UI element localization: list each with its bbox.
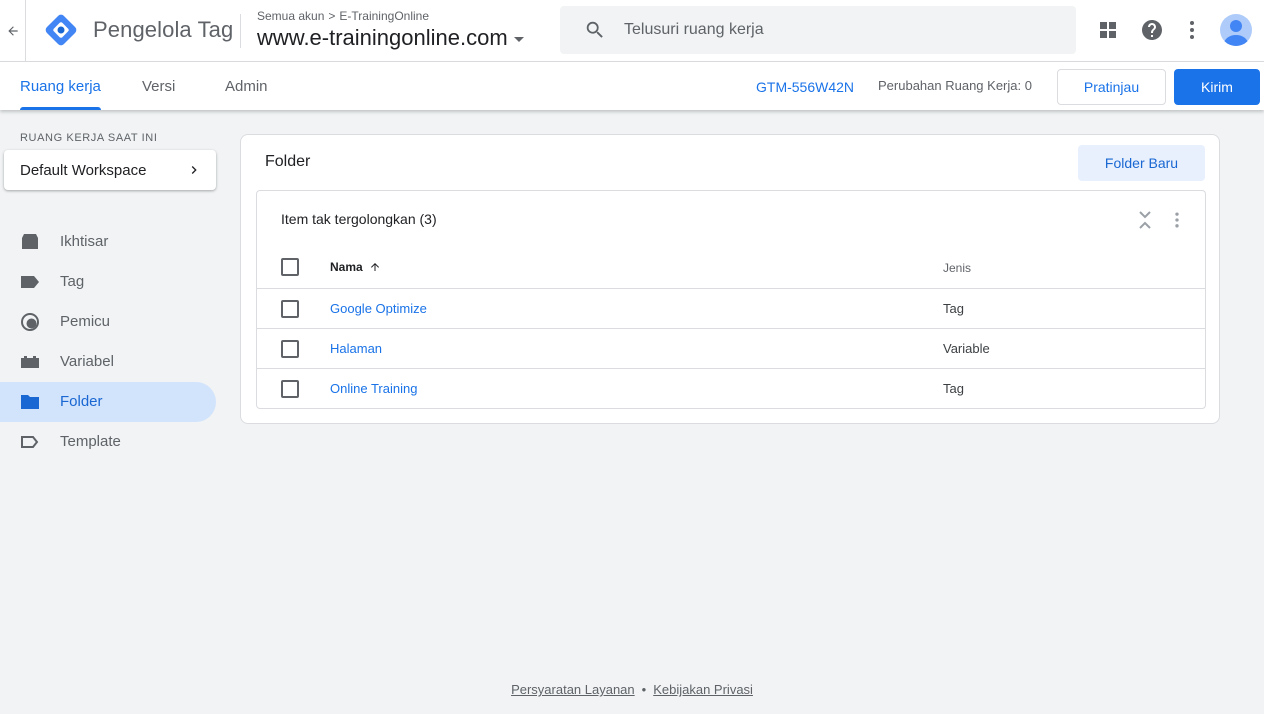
- footer: Persyaratan Layanan • Kebijakan Privasi: [0, 682, 1264, 697]
- container-selector[interactable]: www.e-trainingonline.com: [257, 25, 524, 51]
- folder-menu-button[interactable]: [1166, 209, 1188, 231]
- search-icon: [586, 21, 603, 38]
- breadcrumb-all-accounts[interactable]: Semua akun: [257, 9, 324, 23]
- tag-icon: [20, 272, 40, 292]
- sidebar-item-label: Tag: [60, 273, 85, 290]
- container-name: www.e-trainingonline.com: [257, 25, 508, 50]
- item-name-link[interactable]: Halaman: [330, 341, 382, 356]
- sidebar-item-templates[interactable]: Template: [0, 422, 216, 462]
- table-row: Google Optimize Tag: [257, 289, 1205, 329]
- sort-ascending-icon: [370, 263, 379, 271]
- tab-versions[interactable]: Versi: [142, 62, 175, 110]
- folders-card: Folder Folder Baru Item tak tergolongkan…: [240, 134, 1220, 424]
- sidebar-item-triggers[interactable]: Pemicu: [0, 302, 216, 342]
- folder-icon: [20, 392, 40, 412]
- app-header: Pengelola Tag Semua akun > E-TrainingOnl…: [0, 0, 1264, 62]
- help-icon: [1142, 20, 1162, 40]
- column-header-type[interactable]: Jenis: [943, 261, 971, 275]
- terms-link[interactable]: Persyaratan Layanan: [511, 682, 635, 697]
- overview-icon: [20, 232, 40, 252]
- item-name-link[interactable]: Online Training: [330, 381, 417, 396]
- tab-label: Admin: [225, 77, 268, 95]
- item-type: Tag: [943, 381, 964, 396]
- workspace-selector[interactable]: Default Workspace: [4, 150, 216, 190]
- item-type: Variable: [943, 341, 990, 356]
- new-folder-button[interactable]: Folder Baru: [1078, 145, 1205, 181]
- back-arrow-icon: [7, 26, 18, 36]
- chevron-down-icon: [513, 37, 524, 42]
- variable-icon: [20, 352, 40, 372]
- workspace-nav-bar: Ruang kerja Versi Admin GTM-556W42N Peru…: [0, 62, 1264, 110]
- table-row: Online Training Tag: [257, 369, 1205, 409]
- apps-grid-icon: [1100, 22, 1116, 38]
- table-header: Nama Jenis: [257, 247, 1205, 289]
- footer-separator: •: [641, 682, 647, 697]
- search-bar[interactable]: [560, 6, 1076, 54]
- back-button[interactable]: [0, 0, 26, 62]
- page-title: Folder: [265, 153, 311, 170]
- preview-button[interactable]: Pratinjau: [1057, 69, 1166, 105]
- gtm-logo-icon: [45, 14, 77, 46]
- header-divider: [240, 14, 241, 48]
- more-vert-icon: [1175, 212, 1179, 228]
- tab-admin[interactable]: Admin: [225, 62, 268, 110]
- more-options-button[interactable]: [1178, 16, 1206, 44]
- item-type: Tag: [943, 301, 964, 316]
- select-all-checkbox[interactable]: [281, 258, 299, 276]
- sidebar-item-label: Template: [60, 433, 121, 450]
- container-id-link[interactable]: GTM-556W42N: [756, 79, 854, 95]
- trigger-icon: [20, 312, 40, 332]
- sidebar-item-folders[interactable]: Folder: [0, 382, 216, 422]
- workspace-changes-count: Perubahan Ruang Kerja: 0: [878, 78, 1032, 93]
- tab-label: Ruang kerja: [20, 77, 101, 95]
- row-checkbox[interactable]: [281, 300, 299, 318]
- breadcrumb-account[interactable]: E-TrainingOnline: [339, 9, 429, 23]
- sidebar-item-tags[interactable]: Tag: [0, 262, 216, 302]
- collapse-icon: [1139, 211, 1151, 229]
- item-name-link[interactable]: Google Optimize: [330, 301, 427, 316]
- collapse-button[interactable]: [1134, 209, 1156, 231]
- account-avatar[interactable]: [1220, 14, 1252, 46]
- account-avatar-icon: [1224, 20, 1248, 46]
- active-tab-indicator: [20, 107, 101, 110]
- sidebar-item-label: Pemicu: [60, 313, 111, 330]
- table-row: Halaman Variable: [257, 329, 1205, 369]
- help-button[interactable]: [1138, 16, 1166, 44]
- more-vert-icon: [1190, 21, 1194, 39]
- search-input[interactable]: [624, 21, 1044, 39]
- sidebar-item-label: Variabel: [60, 353, 114, 370]
- chevron-right-icon: [191, 166, 197, 174]
- column-header-label: Nama: [330, 260, 363, 274]
- row-checkbox[interactable]: [281, 380, 299, 398]
- sidebar-item-variables[interactable]: Variabel: [0, 342, 216, 382]
- folder-section: Item tak tergolongkan (3) Nama Jenis Goo…: [256, 190, 1206, 409]
- tab-workspace[interactable]: Ruang kerja: [20, 62, 101, 110]
- breadcrumb-separator: >: [328, 9, 336, 23]
- workspace-name: Default Workspace: [20, 161, 147, 179]
- sidebar-item-label: Ikhtisar: [60, 233, 109, 250]
- row-checkbox[interactable]: [281, 340, 299, 358]
- folder-title: Item tak tergolongkan (3): [281, 211, 437, 227]
- breadcrumb: Semua akun > E-TrainingOnline: [257, 9, 429, 23]
- privacy-link[interactable]: Kebijakan Privasi: [653, 682, 753, 697]
- product-name: Pengelola Tag: [93, 17, 234, 42]
- sidebar-item-overview[interactable]: Ikhtisar: [0, 222, 216, 262]
- tab-label: Versi: [142, 77, 176, 95]
- current-workspace-label: RUANG KERJA SAAT INI: [20, 132, 158, 144]
- column-header-name[interactable]: Nama: [330, 260, 381, 274]
- template-icon: [20, 432, 40, 452]
- submit-button[interactable]: Kirim: [1174, 69, 1260, 105]
- sidebar-item-label: Folder: [60, 393, 103, 410]
- apps-button[interactable]: [1094, 16, 1122, 44]
